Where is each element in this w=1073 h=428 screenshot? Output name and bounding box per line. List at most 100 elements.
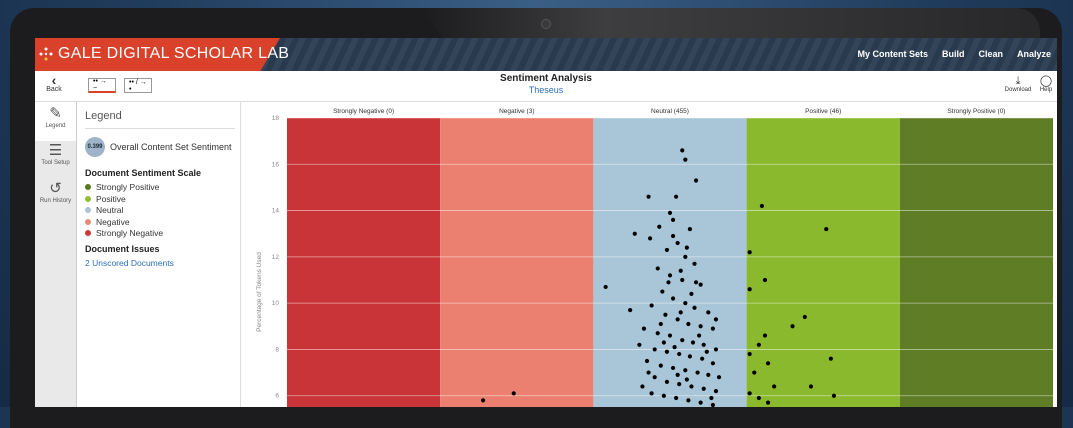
data-point (652, 375, 657, 380)
rail-item-legend[interactable]: ✎ Legend (35, 102, 76, 141)
data-point (680, 148, 685, 153)
data-point (701, 386, 706, 391)
unscored-documents-link[interactable]: 2 Unscored Documents (85, 258, 174, 268)
sentiment-band (899, 118, 1053, 407)
overall-sentiment-label: Overall Content Set Sentiment (110, 142, 232, 152)
data-point (692, 261, 697, 266)
scale-label: Neutral (96, 205, 124, 215)
data-point (677, 382, 682, 387)
data-point (677, 351, 682, 357)
nav-build[interactable]: Build (942, 49, 965, 59)
y-tick-label: 14 (272, 208, 280, 215)
data-point (747, 391, 752, 396)
data-point (706, 372, 711, 377)
data-point (824, 226, 829, 232)
band-label: Neutral (455) (651, 108, 689, 115)
sentiment-band (287, 118, 441, 407)
data-point (480, 398, 486, 403)
help-label: Help (1039, 87, 1053, 93)
rail-item-run-history[interactable]: ↺ Run History (35, 180, 76, 214)
data-point (756, 395, 761, 401)
gale-logo-icon (39, 47, 53, 61)
page-subtitle[interactable]: Theseus (35, 85, 1057, 95)
rail-item-tool-setup[interactable]: ☰ Tool Setup (35, 142, 76, 176)
data-point (655, 331, 660, 336)
nav-clean[interactable]: Clean (978, 49, 1003, 59)
data-point (646, 370, 651, 375)
camera-icon (541, 19, 551, 29)
brand-logo[interactable]: GALE DIGITAL SCHOLAR LAB (39, 45, 289, 63)
data-point (667, 210, 673, 215)
y-tick-label: 16 (272, 161, 280, 168)
data-point (808, 384, 814, 389)
data-point (709, 395, 714, 401)
y-tick-label: 18 (272, 115, 280, 122)
data-point (649, 391, 654, 396)
data-point (762, 277, 768, 283)
scale-label: Positive (96, 193, 126, 204)
data-point (647, 236, 653, 241)
data-point (637, 342, 642, 347)
nav-my-content-sets[interactable]: My Content Sets (857, 49, 928, 59)
data-point (690, 340, 696, 345)
data-point (640, 384, 645, 389)
data-point (686, 398, 691, 403)
toolbar: ‹ Back •• → − •• / → • Sentiment Analysi… (35, 71, 1057, 102)
download-icon: ⤓ (1015, 75, 1021, 87)
data-point (765, 400, 771, 405)
data-point (716, 375, 722, 380)
scale-dot (85, 230, 91, 236)
rail-legend-label: Legend (45, 123, 66, 129)
rail-tool-setup-label: Tool Setup (41, 160, 70, 166)
data-point (831, 393, 837, 398)
data-point (759, 203, 765, 209)
help-button[interactable]: ◯ Help (1037, 75, 1055, 93)
scale-item: Negative (85, 217, 130, 227)
overall-sentiment-badge: 0.399 (85, 137, 105, 157)
download-button[interactable]: ⤓ Download (1003, 75, 1033, 93)
sliders-icon: ☰ (48, 142, 63, 159)
data-point (747, 351, 752, 357)
sentiment-band (593, 118, 747, 407)
sentiment-scatter-chart: Strongly Negative (0) Negative (3) Neutral… (256, 108, 1053, 407)
data-point (657, 224, 662, 229)
data-point (683, 157, 688, 162)
top-nav-bar: GALE DIGITAL SCHOLAR LAB My Content Sets… (35, 38, 1057, 71)
lightbulb-icon: ◯ (1039, 75, 1053, 87)
data-point (710, 402, 715, 407)
data-point (756, 342, 761, 347)
data-point (663, 312, 668, 317)
data-point (687, 226, 693, 232)
data-point (664, 349, 670, 354)
data-point (667, 333, 673, 338)
data-point (710, 361, 715, 366)
band-label: Negative (3) (499, 108, 534, 115)
data-point (747, 250, 752, 255)
data-point (641, 326, 647, 331)
data-point (689, 384, 694, 389)
brand-name: GALE DIGITAL SCHOLAR LAB (58, 45, 290, 62)
laptop-background: GALE DIGITAL SCHOLAR LAB My Content Sets… (0, 0, 1073, 428)
data-point (772, 384, 777, 389)
data-point (698, 400, 703, 405)
sentiment-band (440, 118, 594, 407)
scale-dot (85, 195, 91, 202)
data-point (747, 287, 752, 292)
scale-item: Strongly Positive (85, 182, 159, 192)
scale-label: Strongly Negative (96, 228, 164, 238)
data-point (802, 314, 807, 320)
band-label: Strongly Negative (0) (333, 108, 394, 115)
nav-analyze[interactable]: Analyze (1017, 49, 1051, 59)
data-point (762, 333, 768, 338)
data-point (697, 333, 702, 338)
data-point (661, 340, 666, 345)
data-point (680, 277, 685, 283)
data-point (603, 284, 608, 290)
data-point (683, 368, 688, 373)
data-point (700, 356, 705, 361)
scale-label: Negative (96, 216, 130, 227)
data-point (678, 310, 683, 315)
data-point (675, 240, 680, 246)
y-tick-label: 8 (275, 346, 279, 353)
legend-icon: ✎ (49, 105, 62, 122)
